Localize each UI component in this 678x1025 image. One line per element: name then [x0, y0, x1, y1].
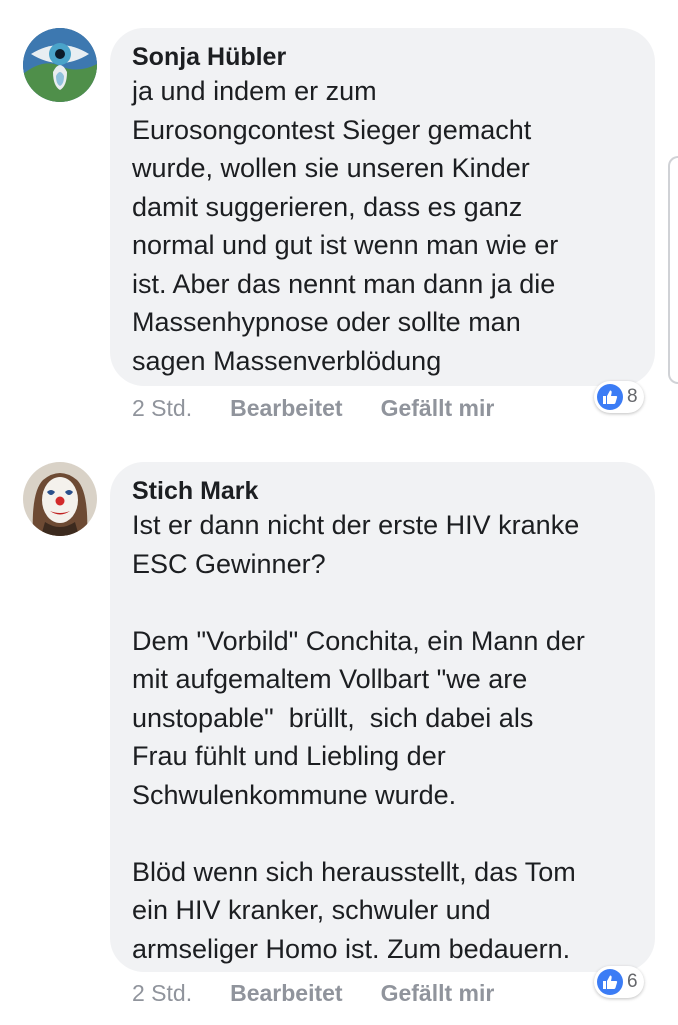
reaction-summary[interactable]: 8: [594, 381, 644, 413]
comment-time[interactable]: 2 Std.: [132, 980, 192, 1007]
comment-author[interactable]: Sonja Hübler: [132, 42, 633, 72]
thumbs-up-icon: [597, 384, 623, 410]
avatar[interactable]: [23, 28, 97, 102]
like-button[interactable]: Gefällt mir: [381, 980, 495, 1007]
eye-earth-avatar-icon: [23, 28, 97, 102]
reaction-count: 6: [627, 971, 638, 992]
like-button[interactable]: Gefällt mir: [381, 395, 495, 422]
clown-avatar-icon: [23, 462, 97, 536]
reaction-summary[interactable]: 6: [594, 966, 644, 998]
edited-label[interactable]: Bearbeitet: [230, 395, 342, 422]
thumbs-up-icon: [597, 969, 623, 995]
comment-meta: 2 Std. Bearbeitet Gefällt mir: [132, 978, 494, 1008]
comment-time[interactable]: 2 Std.: [132, 395, 192, 422]
edited-label[interactable]: Bearbeitet: [230, 980, 342, 1007]
scrollbar[interactable]: [668, 156, 678, 384]
avatar[interactable]: [23, 462, 97, 536]
comment-text: Ist er dann nicht der erste HIV kranke E…: [132, 510, 585, 964]
reaction-count: 8: [627, 386, 638, 407]
comment-bubble[interactable]: Sonja Hübler ja und indem er zum Euroson…: [110, 28, 655, 386]
comment-author[interactable]: Stich Mark: [132, 476, 633, 506]
comment-meta: 2 Std. Bearbeitet Gefällt mir: [132, 393, 494, 423]
comment-text: ja und indem er zum Eurosongcontest Sieg…: [132, 76, 559, 376]
comment-bubble[interactable]: Stich Mark Ist er dann nicht der erste H…: [110, 462, 655, 972]
